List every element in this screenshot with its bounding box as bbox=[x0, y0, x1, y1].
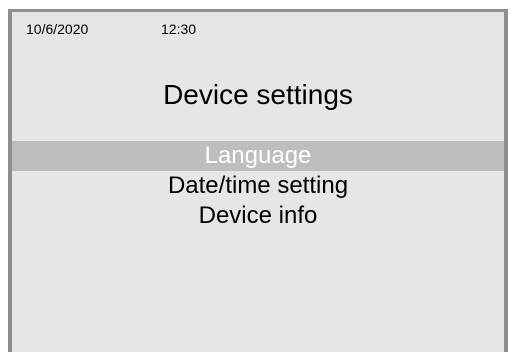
menu-item-device-info[interactable]: Device info bbox=[12, 201, 504, 231]
device-screen: 10/6/2020 12:30 Device settings Language… bbox=[8, 9, 508, 352]
page-title: Device settings bbox=[163, 79, 353, 110]
status-bar: 10/6/2020 12:30 bbox=[12, 12, 504, 42]
menu-item-date-time-setting[interactable]: Date/time setting bbox=[12, 171, 504, 201]
menu-item-language[interactable]: Language bbox=[12, 141, 504, 171]
settings-menu: Language Date/time setting Device info bbox=[12, 141, 504, 231]
status-time: 12:30 bbox=[161, 21, 197, 37]
status-date: 10/6/2020 bbox=[26, 21, 89, 37]
